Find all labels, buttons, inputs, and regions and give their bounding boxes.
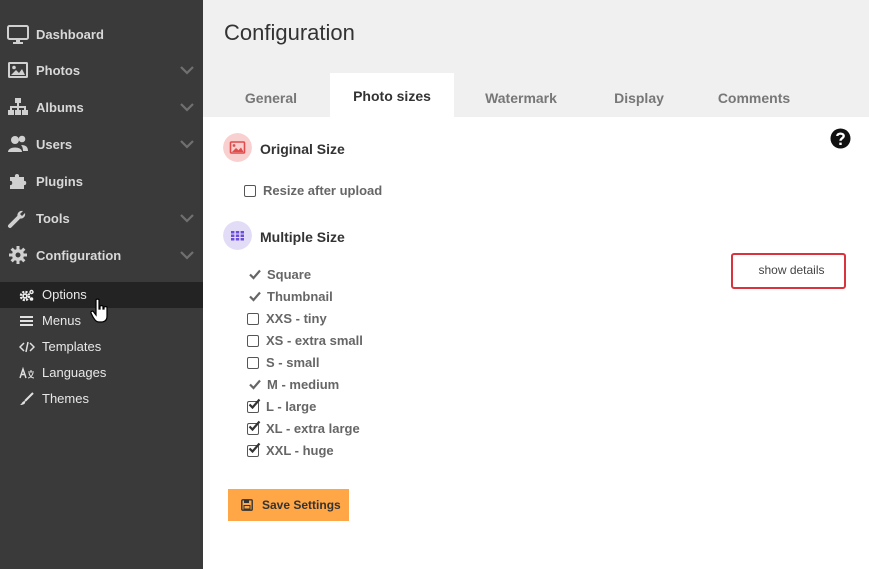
option-label: XS - extra small bbox=[266, 333, 363, 348]
grid-icon bbox=[223, 221, 252, 250]
sidebar-subitem-label: Themes bbox=[42, 391, 89, 406]
sidebar-item-users[interactable]: Users bbox=[0, 126, 203, 163]
option-label: Thumbnail bbox=[267, 289, 333, 304]
sidebar-subitem-label: Menus bbox=[42, 313, 82, 328]
chevron-down-icon[interactable] bbox=[180, 250, 194, 260]
help-icon[interactable] bbox=[830, 128, 851, 149]
language-icon bbox=[19, 366, 35, 379]
tab-display[interactable]: Display bbox=[594, 73, 684, 117]
option-label: Resize after upload bbox=[263, 183, 383, 198]
show-details-link[interactable]: show details bbox=[731, 253, 846, 289]
save-settings-button[interactable]: Save Settings bbox=[228, 489, 349, 521]
size-checkbox[interactable] bbox=[247, 357, 259, 369]
tab-watermark[interactable]: Watermark bbox=[466, 73, 576, 117]
option-label: S - small bbox=[266, 355, 320, 370]
page-title: Configuration bbox=[224, 20, 355, 45]
check-icon bbox=[249, 269, 261, 280]
save-button-label: Save Settings bbox=[262, 498, 341, 512]
size-option-thumbnail: Thumbnail bbox=[248, 289, 368, 305]
tab-photo-sizes[interactable]: Photo sizes bbox=[330, 73, 454, 117]
cogs-icon bbox=[19, 289, 34, 302]
sidebar-item-label: Tools bbox=[36, 211, 70, 226]
chevron-down-icon[interactable] bbox=[180, 65, 194, 75]
size-option-xxs[interactable]: XXS - tiny bbox=[247, 311, 367, 327]
code-icon bbox=[19, 341, 35, 353]
option-label: XL - extra large bbox=[266, 421, 360, 436]
size-checkbox-checked[interactable] bbox=[247, 442, 261, 457]
sidebar-subitem-label: Options bbox=[42, 287, 87, 302]
chevron-down-icon[interactable] bbox=[180, 213, 194, 223]
sidebar-item-label: Dashboard bbox=[36, 27, 104, 42]
check-icon bbox=[249, 291, 261, 302]
option-label: Square bbox=[267, 267, 312, 282]
sidebar-item-photos[interactable]: Photos bbox=[0, 52, 203, 89]
sidebar-subitem-templates[interactable]: Templates bbox=[0, 334, 203, 360]
size-checkbox-checked[interactable] bbox=[247, 398, 261, 413]
size-checkbox[interactable] bbox=[247, 335, 259, 347]
sidebar-item-label: Albums bbox=[36, 100, 84, 115]
chevron-down-icon[interactable] bbox=[180, 139, 194, 149]
tab-general[interactable]: General bbox=[225, 73, 317, 117]
sidebar-subitem-themes[interactable]: Themes bbox=[0, 386, 203, 412]
option-label: XXL - huge bbox=[266, 443, 334, 458]
size-option-l[interactable]: L - large bbox=[247, 398, 367, 415]
size-option-xs[interactable]: XS - extra small bbox=[247, 333, 387, 349]
hand-cursor-icon bbox=[90, 298, 108, 323]
section-title-multiple-size: Multiple Size bbox=[260, 229, 345, 245]
sidebar-item-label: Configuration bbox=[36, 248, 122, 263]
size-option-square: Square bbox=[248, 267, 368, 283]
image-icon bbox=[223, 133, 252, 162]
gear-icon bbox=[9, 246, 27, 264]
resize-after-upload-checkbox[interactable] bbox=[244, 185, 256, 197]
sidebar-subitem-label: Templates bbox=[42, 339, 102, 354]
wrench-icon bbox=[8, 210, 26, 228]
sidebar-item-plugins[interactable]: Plugins bbox=[0, 163, 203, 200]
floppy-icon bbox=[241, 499, 253, 511]
size-checkbox-checked[interactable] bbox=[247, 420, 261, 435]
image-icon bbox=[8, 62, 28, 78]
users-icon bbox=[8, 135, 28, 152]
sidebar-item-albums[interactable]: Albums bbox=[0, 89, 203, 126]
sidebar-subitem-label: Languages bbox=[42, 365, 107, 380]
option-label: XXS - tiny bbox=[266, 311, 327, 326]
sitemap-icon bbox=[8, 98, 28, 115]
sidebar-item-label: Photos bbox=[36, 63, 81, 78]
chevron-down-icon[interactable] bbox=[180, 102, 194, 112]
check-icon bbox=[249, 379, 261, 390]
sidebar-item-label: Users bbox=[36, 137, 73, 152]
sidebar-item-configuration[interactable]: Configuration bbox=[0, 237, 203, 274]
puzzle-icon bbox=[10, 174, 27, 189]
sidebar-subitem-languages[interactable]: Languages bbox=[0, 360, 203, 386]
size-checkbox[interactable] bbox=[247, 313, 259, 325]
size-option-xl[interactable]: XL - extra large bbox=[247, 420, 387, 437]
bars-icon bbox=[20, 316, 33, 326]
size-option-m: M - medium bbox=[248, 377, 368, 393]
sidebar-item-dashboard[interactable]: Dashboard bbox=[0, 16, 203, 53]
sidebar: Dashboard Photos Albums Users Plugins To… bbox=[0, 0, 203, 569]
size-option-xxl[interactable]: XXL - huge bbox=[247, 442, 367, 459]
sidebar-item-label: Plugins bbox=[36, 174, 83, 189]
brush-icon bbox=[20, 392, 34, 405]
size-option-s[interactable]: S - small bbox=[247, 355, 367, 371]
option-label: L - large bbox=[266, 399, 317, 414]
tab-comments[interactable]: Comments bbox=[702, 73, 806, 117]
monitor-icon bbox=[7, 25, 29, 44]
section-title-original-size: Original Size bbox=[260, 141, 345, 157]
option-label: M - medium bbox=[267, 377, 340, 392]
resize-after-upload-option[interactable]: Resize after upload bbox=[244, 183, 424, 199]
sidebar-item-tools[interactable]: Tools bbox=[0, 200, 203, 237]
